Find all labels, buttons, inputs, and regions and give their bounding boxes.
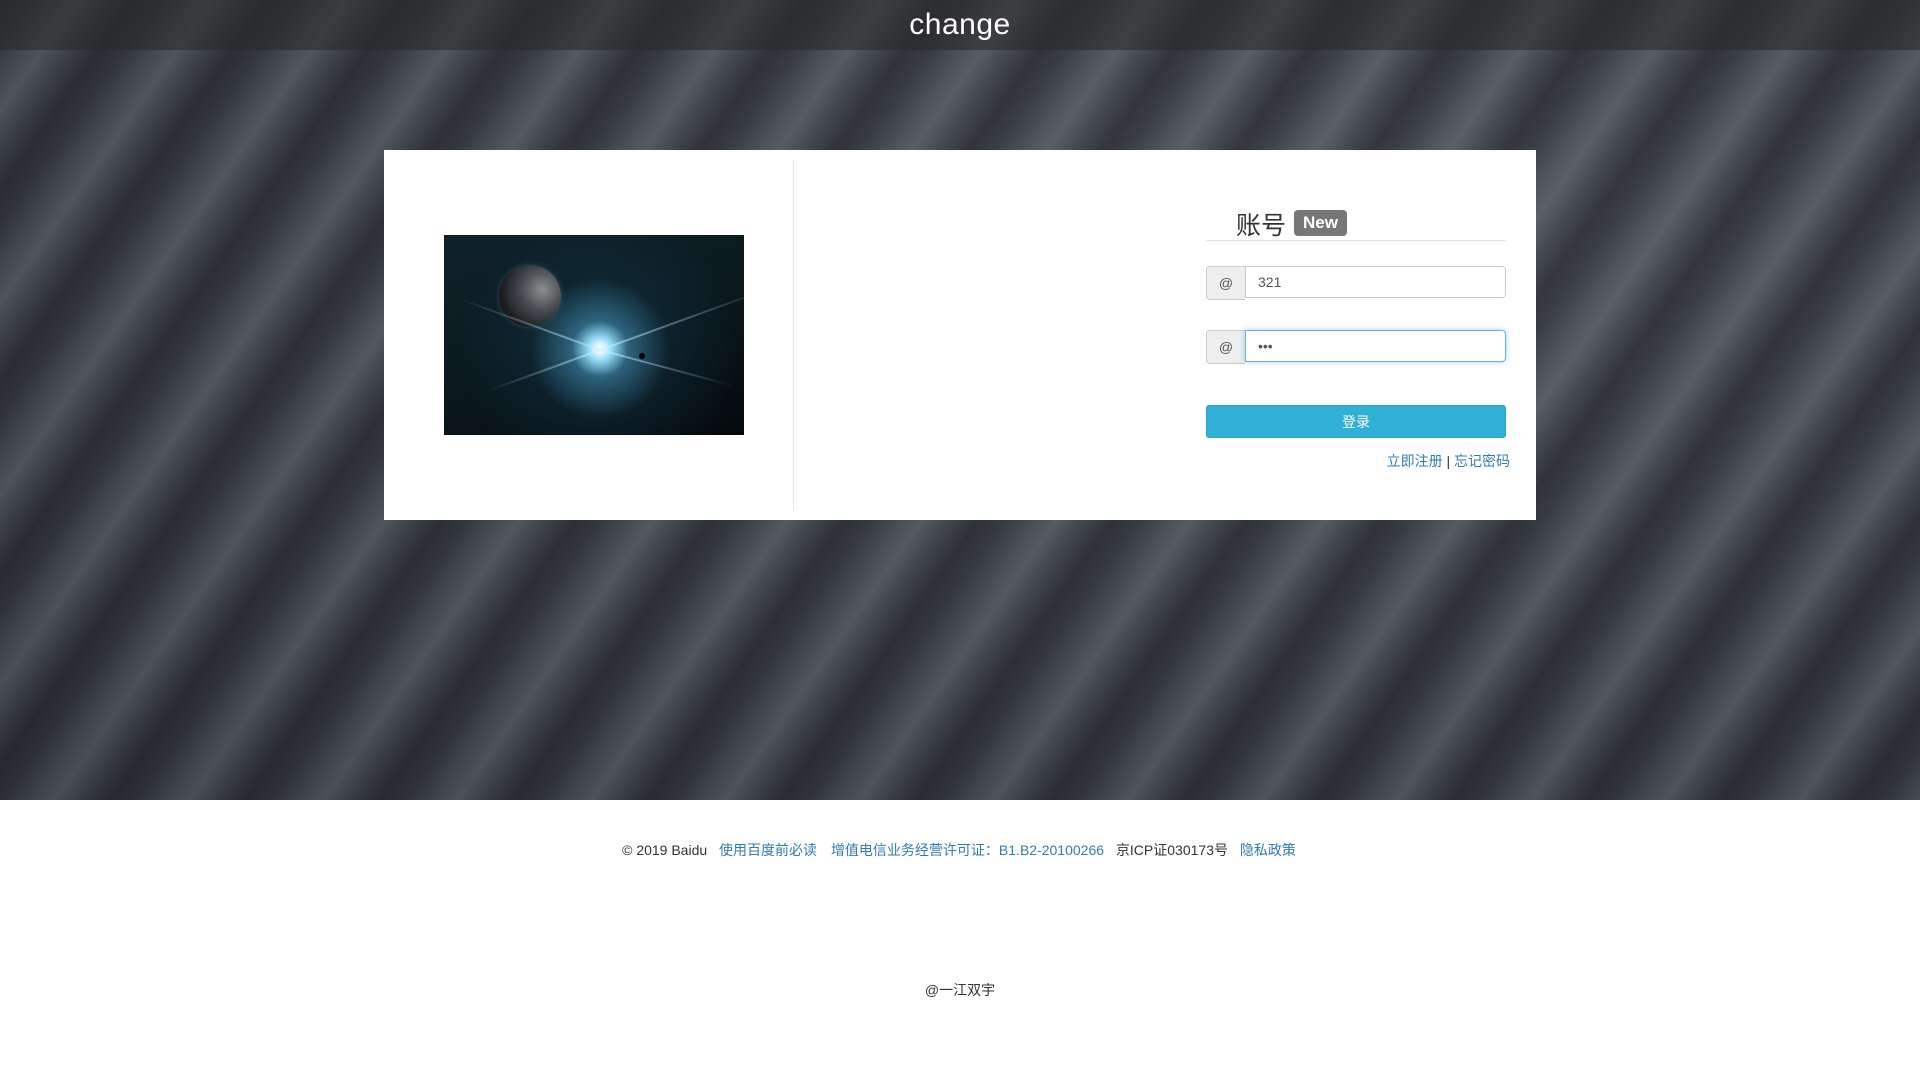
form-header: 账号 New [1206,200,1506,241]
footer: © 2019 Baidu 使用百度前必读 增值电信业务经营许可证：B1.B2-2… [0,840,1920,860]
light-ray [599,287,744,351]
login-card: 账号 New @ @ 登录 立即注册 | 忘记密码 [384,150,1536,520]
at-icon: @ [1206,330,1245,364]
username-group: @ [1206,266,1506,300]
terms-link[interactable]: 使用百度前必读 [719,842,817,858]
vertical-divider [793,160,794,510]
forgot-password-link[interactable]: 忘记密码 [1454,453,1510,469]
icp-text: 京ICP证030173号 [1115,842,1228,858]
password-input[interactable] [1245,330,1506,362]
moon-dot [639,353,645,359]
new-badge: New [1294,210,1347,236]
username-input[interactable] [1245,266,1506,298]
space-planet-image [444,235,744,435]
license-link[interactable]: 增值电信业务经营许可证：B1.B2-20100266 [831,842,1104,858]
author-credit: @一江双宇 [924,982,996,998]
site-title: change [909,8,1011,41]
light-ray [599,349,736,388]
login-button[interactable]: 登录 [1206,405,1506,438]
account-links: 立即注册 | 忘记密码 [1387,451,1510,471]
password-group: @ [1206,330,1506,364]
at-icon: @ [1206,266,1245,300]
account-heading: 账号 [1236,212,1287,240]
link-separator: | [1446,453,1451,469]
privacy-link[interactable]: 隐私政策 [1240,842,1296,858]
light-ray [486,349,601,392]
register-link[interactable]: 立即注册 [1387,453,1443,469]
top-bar: change [0,0,1920,50]
login-form: 账号 New @ @ 登录 立即注册 | 忘记密码 [1206,200,1510,469]
copyright-text: © 2019 Baidu [622,842,708,858]
